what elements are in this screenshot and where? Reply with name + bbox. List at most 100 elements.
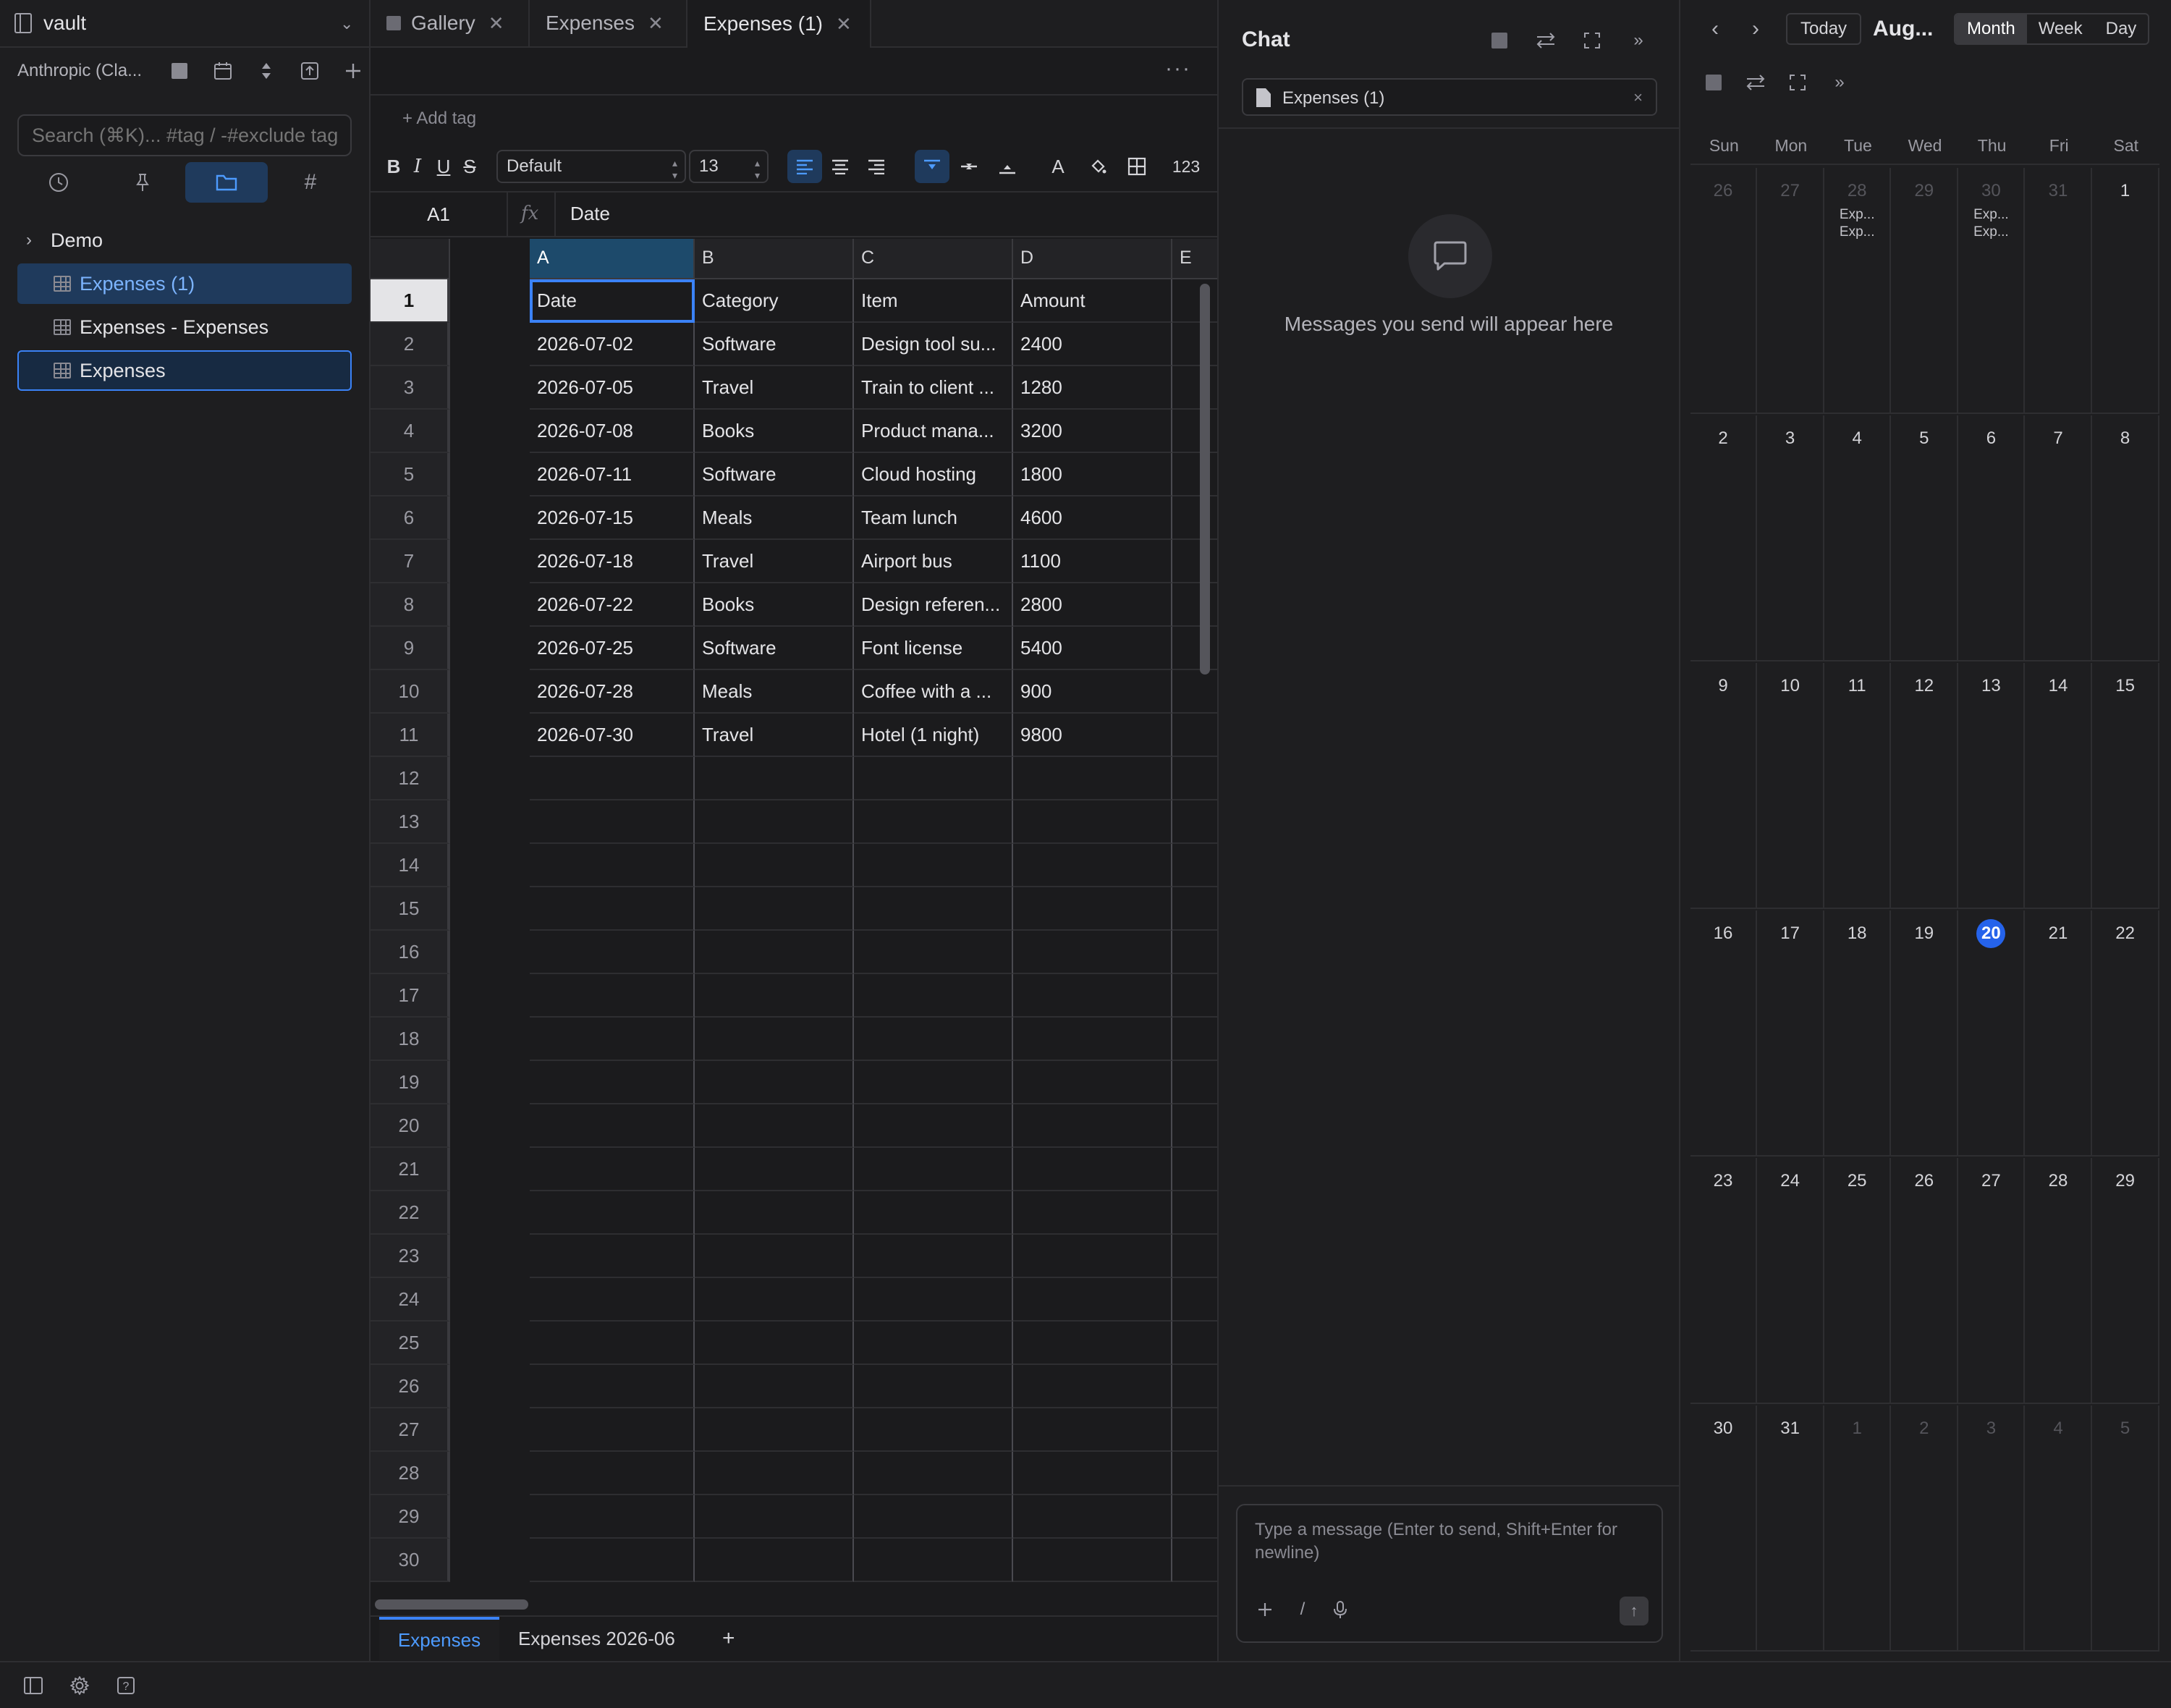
grid-cell[interactable] <box>695 800 854 844</box>
column-header[interactable]: D <box>1013 239 1172 279</box>
swap-icon[interactable] <box>1741 68 1770 97</box>
row-header[interactable]: 1 <box>371 279 450 323</box>
grid-cell[interactable] <box>530 974 695 1018</box>
row-header[interactable]: 24 <box>371 1278 450 1322</box>
grid-cell[interactable] <box>530 1191 695 1235</box>
collapse-panel-icon[interactable]: » <box>1825 68 1854 97</box>
row-header[interactable]: 11 <box>371 714 450 757</box>
grid-cell[interactable] <box>695 844 854 887</box>
grid-cell[interactable] <box>695 1018 854 1061</box>
row-header[interactable]: 5 <box>371 453 450 496</box>
calendar-day[interactable]: 11 <box>1824 663 1892 909</box>
grid-cell[interactable]: Product mana... <box>854 410 1013 453</box>
grid-cell[interactable] <box>530 1452 695 1495</box>
calendar-day[interactable]: 31 <box>2026 168 2092 414</box>
grid-cell[interactable] <box>1013 887 1172 931</box>
calendar-day[interactable]: 4 <box>1824 415 1892 661</box>
close-icon[interactable]: ✕ <box>488 12 504 35</box>
grid-cell[interactable]: 2026-07-18 <box>530 540 695 583</box>
grid-cell[interactable] <box>695 1452 854 1495</box>
calendar-event[interactable]: Exp... <box>1824 207 1889 223</box>
row-header[interactable]: 16 <box>371 931 450 974</box>
calendar-day[interactable]: 9 <box>1690 663 1757 909</box>
calendar-day[interactable]: 4 <box>2026 1405 2092 1652</box>
grid-cell[interactable] <box>1013 931 1172 974</box>
tab-gallery[interactable]: Gallery ✕ <box>371 0 530 46</box>
vault-switcher[interactable]: vault ⌄ <box>0 0 369 48</box>
grid-cell[interactable] <box>530 1322 695 1365</box>
square-icon[interactable] <box>165 56 194 85</box>
row-header[interactable]: 30 <box>371 1539 450 1582</box>
grid-cell[interactable] <box>1013 974 1172 1018</box>
grid-cell[interactable]: Software <box>695 323 854 366</box>
grid-cell[interactable]: 9800 <box>1013 714 1172 757</box>
calendar-day[interactable]: 3 <box>1958 1405 2026 1652</box>
grid-cell[interactable] <box>530 1408 695 1452</box>
grid-cell[interactable] <box>1013 757 1172 800</box>
expand-icon[interactable] <box>1783 68 1812 97</box>
grid-cell[interactable] <box>1013 1322 1172 1365</box>
valign-top-button[interactable] <box>915 150 949 183</box>
row-header[interactable]: 22 <box>371 1191 450 1235</box>
grid-cell[interactable] <box>854 1539 1013 1582</box>
calendar-day[interactable]: 27 <box>1758 168 1824 414</box>
calendar-day[interactable]: 28 Exp... Exp... <box>1824 168 1892 414</box>
grid-cell[interactable]: 1100 <box>1013 540 1172 583</box>
tab-files[interactable] <box>185 162 268 203</box>
calendar-day[interactable]: 15 <box>2093 663 2159 909</box>
row-header[interactable]: 4 <box>371 410 450 453</box>
view-day-button[interactable]: Day <box>2094 14 2149 43</box>
row-header[interactable]: 14 <box>371 844 450 887</box>
view-month-button[interactable]: Month <box>1955 14 2027 43</box>
grid-cell[interactable] <box>1013 1539 1172 1582</box>
calendar-icon[interactable] <box>208 56 237 85</box>
calendar-day[interactable]: 2 <box>1690 415 1757 661</box>
tree-folder-demo[interactable]: › Demo <box>17 220 352 261</box>
underline-button[interactable]: U <box>430 150 457 183</box>
grid-cell[interactable] <box>1013 1191 1172 1235</box>
grid-cell[interactable] <box>854 800 1013 844</box>
calendar-day[interactable]: 22 <box>2093 910 2159 1157</box>
grid-cell[interactable] <box>1013 1018 1172 1061</box>
grid-cell[interactable] <box>695 1365 854 1408</box>
row-header[interactable]: 21 <box>371 1148 450 1191</box>
calendar-day[interactable]: 25 <box>1824 1158 1892 1404</box>
grid-cell[interactable] <box>854 1408 1013 1452</box>
row-header[interactable]: 13 <box>371 800 450 844</box>
close-icon[interactable]: × <box>1633 88 1643 107</box>
calendar-day[interactable]: 16 <box>1690 910 1757 1157</box>
grid-cell[interactable]: Meals <box>695 496 854 540</box>
grid-cell[interactable]: Amount <box>1013 279 1172 323</box>
calendar-day[interactable]: 20 <box>1958 910 2026 1157</box>
grid-cell[interactable] <box>1013 1278 1172 1322</box>
grid-cell[interactable] <box>530 931 695 974</box>
grid-cell[interactable] <box>695 1495 854 1539</box>
grid-cell[interactable]: Design tool su... <box>854 323 1013 366</box>
row-header[interactable]: 8 <box>371 583 450 627</box>
row-header[interactable]: 7 <box>371 540 450 583</box>
column-header[interactable]: A <box>530 239 695 279</box>
row-header[interactable]: 27 <box>371 1408 450 1452</box>
row-header[interactable]: 17 <box>371 974 450 1018</box>
add-tag-button[interactable]: + Add tag <box>402 109 476 129</box>
close-icon[interactable]: ✕ <box>648 12 664 35</box>
grid-cell[interactable]: Travel <box>695 540 854 583</box>
valign-middle-button[interactable] <box>949 150 989 183</box>
calendar-day[interactable]: 3 <box>1758 415 1824 661</box>
grid-cell[interactable] <box>854 1495 1013 1539</box>
grid-cell[interactable]: 3200 <box>1013 410 1172 453</box>
calendar-day[interactable]: 17 <box>1758 910 1824 1157</box>
align-left-button[interactable] <box>787 150 822 183</box>
calendar-day[interactable]: 29 <box>2093 1158 2159 1404</box>
calendar-day[interactable]: 30 Exp... Exp... <box>1958 168 2026 414</box>
calendar-day[interactable]: 7 <box>2026 415 2092 661</box>
formula-input[interactable]: Date <box>570 203 610 225</box>
tree-item-expenses-1[interactable]: Expenses (1) <box>17 263 352 304</box>
grid-cell[interactable] <box>695 1539 854 1582</box>
grid-cell[interactable] <box>854 1452 1013 1495</box>
borders-button[interactable] <box>1117 150 1156 183</box>
grid-cell[interactable] <box>530 1148 695 1191</box>
grid-cell[interactable] <box>695 1278 854 1322</box>
font-family-select[interactable]: Default ▴ ▾ <box>496 150 686 183</box>
grid-cell[interactable]: Hotel (1 night) <box>854 714 1013 757</box>
